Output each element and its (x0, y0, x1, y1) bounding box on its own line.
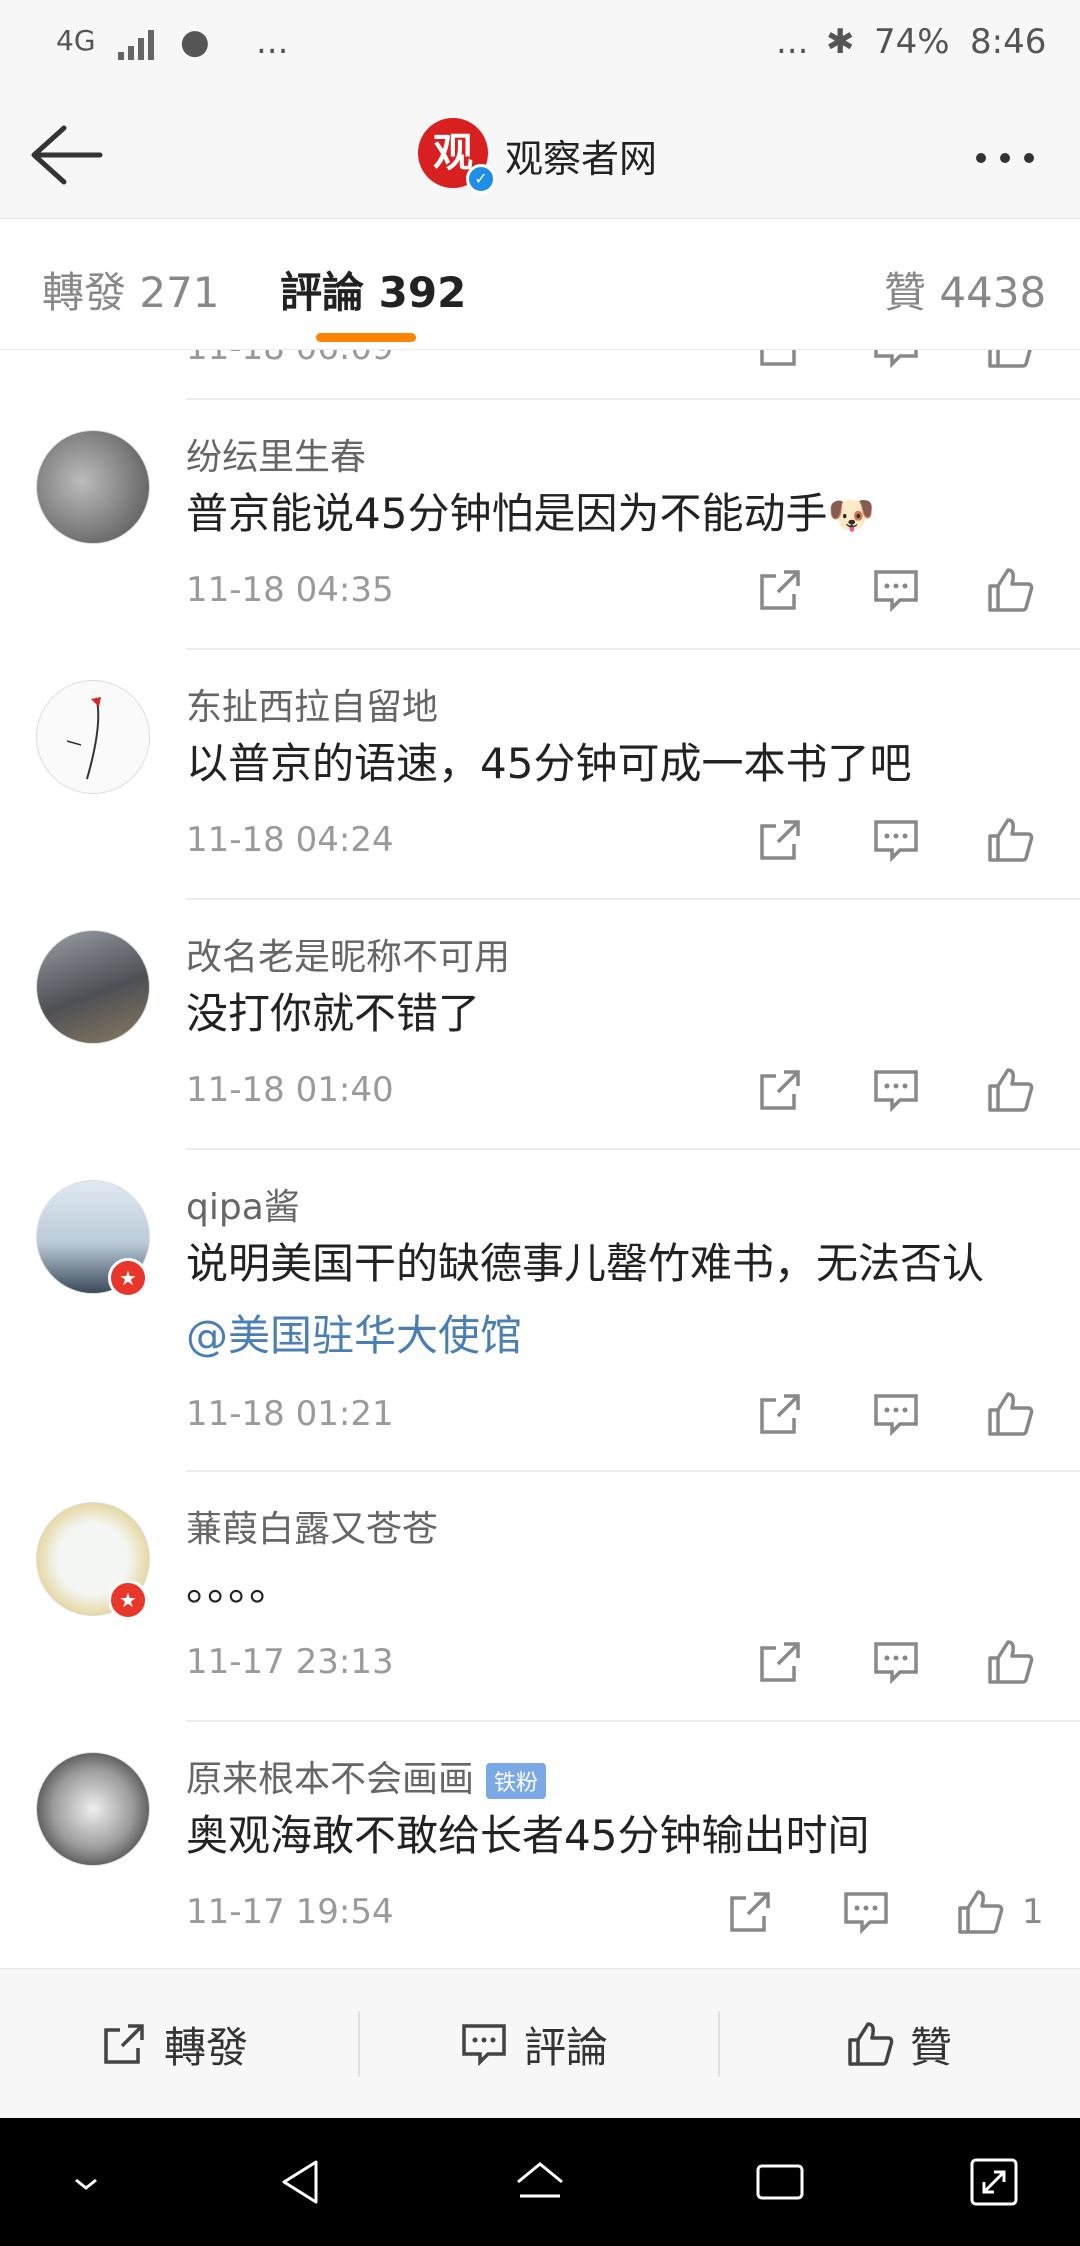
comment-icon[interactable] (840, 1886, 900, 1946)
share-icon[interactable] (754, 1388, 814, 1448)
status-bar: 4G ● ... ... ✱ 74% 8:46 (0, 0, 1080, 90)
share-icon[interactable] (724, 1886, 784, 1946)
doge-emoji-icon: 🐶 (827, 493, 875, 537)
comment-text-body: 说明美国干的缺德事儿罄竹难书，无法否认 (186, 1239, 985, 1288)
chevron-down-icon[interactable] (56, 2152, 116, 2212)
share-icon[interactable] (754, 350, 814, 380)
mention-link[interactable]: @美国驻华大使馆 (186, 1300, 1046, 1372)
notification-icon: ● (180, 22, 210, 62)
tab-reposts[interactable]: 轉發 271 (42, 259, 220, 320)
comment-icon (462, 2024, 506, 2067)
like-label: 贊 (910, 2022, 953, 2072)
back-arrow-icon[interactable] (24, 120, 108, 190)
comment-username-text: 原来根本不会画画 (186, 1759, 475, 1800)
divider (718, 2011, 720, 2077)
battery-level: 74% (874, 22, 950, 62)
status-more-left: ... (256, 22, 289, 62)
comment-text: 以普京的语速，45分钟可成一本书了吧 (186, 739, 912, 788)
avatar[interactable] (36, 1752, 150, 1866)
fan-badge: 铁粉 (486, 1763, 547, 1799)
recents-icon[interactable] (750, 2152, 810, 2212)
comment-icon[interactable] (870, 1064, 930, 1124)
system-nav-bar (0, 2118, 1080, 2246)
share-icon[interactable] (754, 1064, 814, 1124)
comment-icon[interactable] (870, 814, 930, 874)
comment-time: 11-18 01:21 (186, 1394, 394, 1434)
share-icon[interactable] (754, 814, 814, 874)
like-icon[interactable] (984, 1064, 1044, 1124)
comment-time: 11-18 01:40 (186, 1070, 394, 1110)
comment-username[interactable]: 蒹葭白露又苍苍 (186, 1500, 438, 1552)
clock: 8:46 (970, 22, 1047, 62)
comment-text-body: 普京能说45分钟怕是因为不能动手 (186, 489, 828, 538)
list-item: 改名老是昵称不可用 没打你就不错了 11-18 01:40 (0, 900, 1080, 1150)
list-item: 东扯西拉自留地 以普京的语速，45分钟可成一本书了吧 11-18 04:24 (0, 650, 1080, 900)
avatar[interactable] (36, 930, 150, 1044)
list-item: ★ 蒹葭白露又苍苍 。。。。 11-17 23:13 (0, 1472, 1080, 1722)
comment-text: 说明美国干的缺德事儿罄竹难书，无法否认 @美国驻华大使馆 (186, 1228, 1046, 1372)
verified-icon: ✓ (466, 164, 496, 194)
tab-likes[interactable]: 贊 4438 (884, 259, 1046, 320)
share-icon (104, 2024, 144, 2064)
share-icon[interactable] (754, 1636, 814, 1696)
bluetooth-icon: ✱ (826, 22, 855, 62)
comment-text: 奥观海敢不敢给长者45分钟输出时间 (186, 1811, 870, 1860)
comment-time: 11-18 04:24 (186, 820, 394, 860)
bottom-action-bar: 轉發 評論 贊 (0, 1968, 1080, 2119)
comment-button[interactable]: 評論 (458, 1969, 608, 2119)
like-icon[interactable] (984, 1636, 1044, 1696)
repost-button[interactable]: 轉發 (98, 1969, 248, 2119)
like-button[interactable]: 贊 (844, 1969, 952, 2119)
comment-time: 11-17 19:54 (186, 1892, 394, 1932)
list-item: ★ qipa酱 说明美国干的缺德事儿罄竹难书，无法否认 @美国驻华大使馆 11-… (0, 1150, 1080, 1472)
like-icon[interactable] (954, 1886, 1014, 1946)
active-tab-indicator (316, 333, 416, 342)
avatar[interactable] (36, 680, 150, 794)
expand-icon[interactable] (964, 2152, 1024, 2212)
back-icon[interactable] (272, 2152, 332, 2212)
list-item: 原来根本不会画画 铁粉 奥观海敢不敢给长者45分钟输出时间 11-17 19:54… (0, 1722, 1080, 1968)
divider (358, 2011, 360, 2077)
top-nav: 观 ✓ 观察者网 (0, 90, 1080, 219)
signal-icon (118, 28, 162, 60)
comment-time: 11-17 23:13 (186, 1642, 394, 1682)
like-icon[interactable] (984, 814, 1044, 874)
comment-icon[interactable] (870, 1636, 930, 1696)
like-icon[interactable] (984, 564, 1044, 624)
comment-label: 評論 (524, 2022, 609, 2072)
list-item: 11-18 06:09 (0, 350, 1080, 400)
comment-username[interactable]: 东扯西拉自留地 (186, 678, 438, 730)
comment-time: 11-18 04:35 (186, 570, 394, 610)
comment-icon[interactable] (870, 564, 930, 624)
comment-text: 普京能说45分钟怕是因为不能动手🐶 (186, 478, 1046, 551)
comment-username[interactable]: qipa酱 (186, 1178, 300, 1230)
like-count: 1 (1022, 1892, 1044, 1932)
repost-label: 轉發 (164, 2022, 249, 2072)
comment-icon[interactable] (870, 350, 930, 380)
vip-badge-icon: ★ (108, 1580, 148, 1620)
share-icon[interactable] (754, 564, 814, 624)
like-icon (848, 2022, 894, 2066)
like-icon[interactable] (984, 1388, 1044, 1448)
comment-icon[interactable] (870, 1388, 930, 1448)
comment-username[interactable]: 原来根本不会画画 铁粉 (186, 1750, 547, 1802)
vip-badge-icon: ★ (108, 1258, 148, 1298)
more-options-icon[interactable] (976, 148, 1048, 167)
comment-time: 11-18 06:09 (186, 350, 394, 368)
network-indicator: 4G (56, 24, 96, 57)
home-icon[interactable] (510, 2152, 570, 2212)
comment-username[interactable]: 改名老是昵称不可用 (186, 928, 510, 980)
comment-text: 没打你就不错了 (186, 989, 481, 1038)
tab-bar: 轉發 271 評論 392 贊 4438 (0, 219, 1080, 350)
comment-username[interactable]: 纷纭里生春 (186, 428, 366, 480)
comment-list[interactable]: 11-18 06:09 纷纭里生春 普京能说45分钟怕是因为不能动手🐶 11-1… (0, 350, 1080, 1968)
avatar[interactable] (36, 430, 150, 544)
account-title[interactable]: 观察者网 (505, 128, 657, 183)
tab-comments[interactable]: 評論 392 (280, 259, 466, 320)
comment-text: 。。。。 (186, 1561, 292, 1610)
like-icon[interactable] (984, 350, 1044, 380)
status-more-right: ... (776, 22, 809, 62)
list-item: 纷纭里生春 普京能说45分钟怕是因为不能动手🐶 11-18 04:35 (0, 400, 1080, 650)
